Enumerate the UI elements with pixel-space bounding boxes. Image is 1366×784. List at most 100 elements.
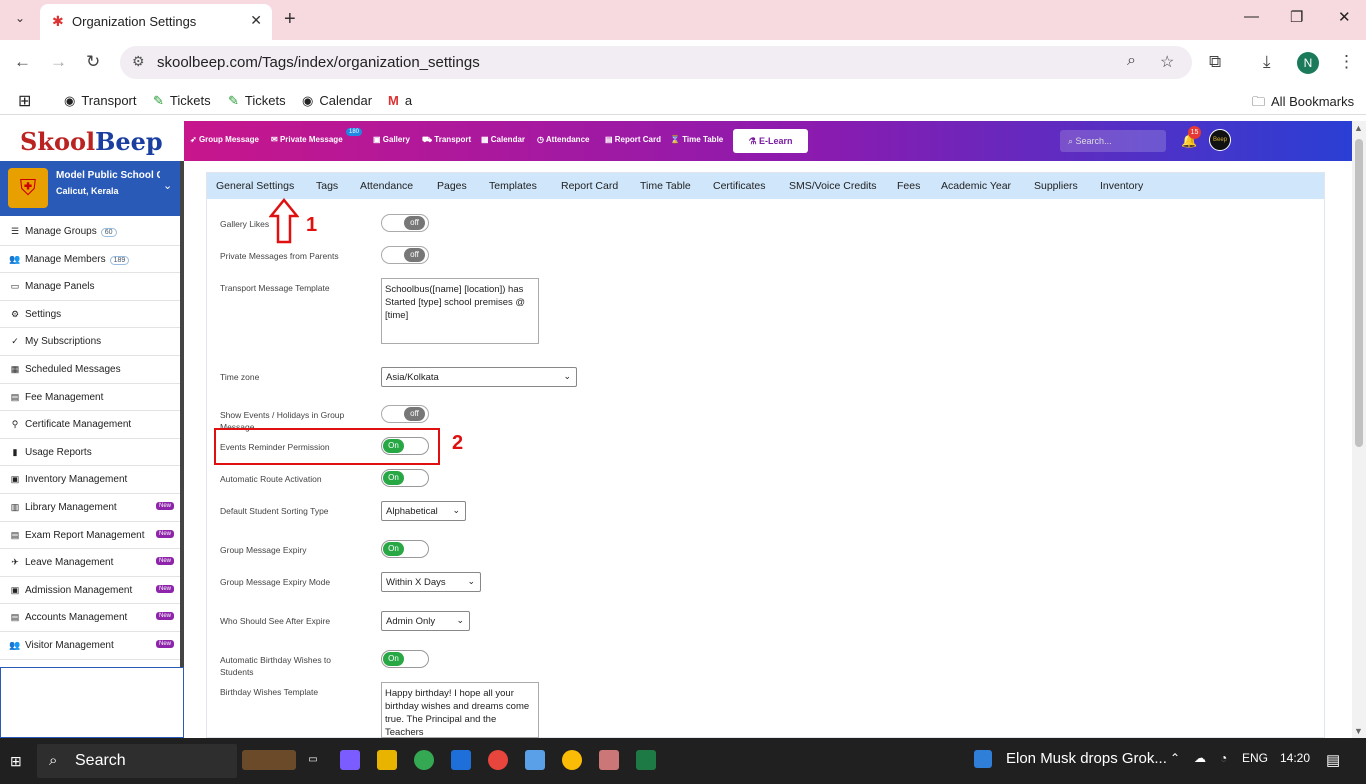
file-explorer-icon[interactable] bbox=[377, 750, 397, 770]
sidebar-item-manage-panels[interactable]: ▭ Manage Panels bbox=[0, 273, 180, 301]
app-search-input[interactable]: ⌕ Search... bbox=[1060, 130, 1166, 152]
tab-pages[interactable]: Pages bbox=[437, 180, 467, 192]
nav-gallery[interactable]: ▣ Gallery bbox=[373, 135, 410, 144]
sidebar-item-manage-groups[interactable]: ☰ Manage Groups 60 bbox=[0, 218, 180, 246]
restore-icon[interactable]: ❐ bbox=[1290, 8, 1303, 26]
group-expiry-toggle[interactable]: On bbox=[381, 540, 429, 558]
bookmark-star-icon[interactable]: ☆ bbox=[1160, 52, 1174, 72]
forward-icon[interactable]: → bbox=[50, 52, 67, 72]
bookmark-tickets-1[interactable]: ✎ Tickets bbox=[153, 93, 211, 109]
more-menu-icon[interactable]: ⋮ bbox=[1338, 52, 1355, 72]
news-headline[interactable]: Elon Musk drops Grok... bbox=[1006, 750, 1167, 767]
elearn-button[interactable]: ⚗ E-Learn bbox=[733, 129, 808, 153]
nav-calendar[interactable]: ▦ Calendar bbox=[481, 135, 525, 144]
sidebar-item-manage-members[interactable]: 👥 Manage Members 189 bbox=[0, 246, 180, 274]
news-widget-icon[interactable] bbox=[974, 750, 992, 768]
chevron-down-icon[interactable]: ⌄ bbox=[163, 179, 172, 192]
taskbar-search[interactable]: ⌕ Search bbox=[37, 744, 237, 778]
user-avatar[interactable]: Beep bbox=[1209, 129, 1231, 151]
chevron-up-icon[interactable]: ⌃ bbox=[1170, 751, 1180, 765]
omnibox[interactable]: ⚙ skoolbeep.com/Tags/index/organization_… bbox=[120, 46, 1192, 79]
windows-start-icon[interactable]: ⊞ bbox=[10, 753, 22, 770]
tab-tags[interactable]: Tags bbox=[316, 180, 338, 192]
apps-grid-icon[interactable]: ⊞ bbox=[18, 91, 31, 111]
notification-center-icon[interactable]: ▤ bbox=[1326, 751, 1340, 769]
extensions-icon[interactable]: ⧉ bbox=[1209, 52, 1221, 72]
sorting-type-select[interactable]: Alphabetical ⌄ bbox=[381, 501, 466, 521]
who-see-select[interactable]: Admin Only ⌄ bbox=[381, 611, 470, 631]
back-icon[interactable]: ← bbox=[14, 52, 31, 72]
tab-report-card[interactable]: Report Card bbox=[561, 180, 618, 192]
browser-tab[interactable]: ✱ Organization Settings ✕ bbox=[40, 4, 272, 40]
birthday-auto-toggle[interactable]: On bbox=[381, 650, 429, 668]
weather-icon[interactable]: ☁ bbox=[1194, 751, 1206, 765]
bookmark-calendar[interactable]: ◉ Calendar bbox=[302, 93, 372, 109]
tab-fees[interactable]: Fees bbox=[897, 180, 920, 192]
chrome-icon[interactable] bbox=[414, 750, 434, 770]
sidebar-item-subscriptions[interactable]: ✓ My Subscriptions bbox=[0, 328, 180, 356]
tab-time-table[interactable]: Time Table bbox=[640, 180, 691, 192]
sidebar-item-usage[interactable]: ▮ Usage Reports bbox=[0, 439, 180, 467]
sidebar-item-scheduled[interactable]: ▦ Scheduled Messages bbox=[0, 356, 180, 384]
birthday-template-textarea[interactable]: Happy birthday! I hope all your birthday… bbox=[381, 682, 539, 738]
wifi-icon[interactable]: ◔ bbox=[1220, 751, 1227, 765]
paint-icon[interactable] bbox=[599, 750, 619, 770]
profile-avatar[interactable]: N bbox=[1297, 52, 1319, 74]
tab-academic-year[interactable]: Academic Year bbox=[941, 180, 1011, 192]
site-info-icon[interactable]: ⚙ bbox=[132, 53, 145, 70]
bookmark-gmail[interactable]: Ma bbox=[388, 93, 412, 108]
close-window-icon[interactable]: ✕ bbox=[1338, 8, 1351, 26]
chrome-profile-icon[interactable] bbox=[562, 750, 582, 770]
taskbar-widget-image[interactable] bbox=[242, 750, 296, 770]
timezone-select[interactable]: Asia/Kolkata ⌄ bbox=[381, 367, 577, 387]
language-indicator[interactable]: ENG bbox=[1242, 751, 1268, 765]
transport-template-textarea[interactable]: Schoolbus([name] [location]) has Started… bbox=[381, 278, 539, 344]
reload-icon[interactable]: ↻ bbox=[86, 52, 100, 72]
skoolbeep-logo[interactable]: SkoolBeep bbox=[0, 121, 184, 161]
clock[interactable]: 14:20 bbox=[1280, 751, 1310, 765]
sidebar-item-library[interactable]: ▥ Library Management New bbox=[0, 494, 180, 522]
scroll-down-icon[interactable]: ▼ bbox=[1354, 726, 1363, 736]
all-bookmarks[interactable]: 🗀 All Bookmarks bbox=[1252, 93, 1354, 115]
tab-search-icon[interactable]: ⌄ bbox=[10, 11, 30, 29]
auto-route-toggle[interactable]: On bbox=[381, 469, 429, 487]
scroll-up-icon[interactable]: ▲ bbox=[1354, 123, 1363, 133]
sidebar-item-visitor[interactable]: 👥 Visitor Management New bbox=[0, 632, 180, 660]
nav-attendance[interactable]: ◷ Attendance bbox=[537, 135, 589, 144]
bookmark-tickets-2[interactable]: ✎ Tickets bbox=[228, 93, 286, 109]
sidebar-item-inventory[interactable]: ▣ Inventory Management bbox=[0, 466, 180, 494]
excel-icon[interactable] bbox=[636, 750, 656, 770]
url-text[interactable]: skoolbeep.com/Tags/index/organization_se… bbox=[157, 54, 480, 71]
sidebar-item-exam-report[interactable]: ▤ Exam Report Management New bbox=[0, 522, 180, 550]
gallery-likes-toggle[interactable]: off bbox=[381, 214, 429, 232]
nav-transport[interactable]: ⛟ Transport bbox=[422, 135, 471, 145]
download-icon[interactable]: ⤓ bbox=[1263, 52, 1271, 72]
sidebar-item-accounts[interactable]: ▤ Accounts Management New bbox=[0, 604, 180, 632]
page-scrollbar[interactable]: ▲ ▼ bbox=[1352, 121, 1366, 738]
chrome-active-icon[interactable] bbox=[488, 750, 508, 770]
show-events-toggle[interactable]: off bbox=[381, 405, 429, 423]
tab-inventory[interactable]: Inventory bbox=[1100, 180, 1143, 192]
scrollbar-thumb[interactable] bbox=[1355, 139, 1363, 447]
nav-private-message[interactable]: ✉ Private Message bbox=[271, 135, 343, 144]
tab-attendance[interactable]: Attendance bbox=[360, 180, 413, 192]
minimize-icon[interactable]: — bbox=[1244, 8, 1259, 25]
task-view-icon[interactable]: ▭ bbox=[303, 750, 323, 770]
tab-certificates[interactable]: Certificates bbox=[713, 180, 766, 192]
nav-time-table[interactable]: ⌛ Time Table bbox=[670, 135, 723, 144]
sidebar-item-certificate[interactable]: ⚲ Certificate Management bbox=[0, 411, 180, 439]
store-icon[interactable] bbox=[451, 750, 471, 770]
private-messages-toggle[interactable]: off bbox=[381, 246, 429, 264]
sidebar-item-fee[interactable]: ▤ Fee Management bbox=[0, 384, 180, 412]
sidebar-item-leave[interactable]: ✈ Leave Management New bbox=[0, 549, 180, 577]
nav-report-card[interactable]: ▤ Report Card bbox=[605, 135, 661, 144]
tab-templates[interactable]: Templates bbox=[489, 180, 537, 192]
bookmark-transport[interactable]: ◉ Transport bbox=[64, 93, 137, 109]
tab-sms-voice-credits[interactable]: SMS/Voice Credits bbox=[789, 180, 877, 192]
nav-group-message[interactable]: ➶ Group Message bbox=[190, 135, 259, 144]
sidebar-item-settings[interactable]: ⚙ Settings bbox=[0, 301, 180, 329]
copilot-icon[interactable] bbox=[340, 750, 360, 770]
school-selector[interactable]: ⛨ Model Public School C Calicut, Kerala … bbox=[0, 161, 180, 216]
close-tab-icon[interactable]: ✕ bbox=[250, 12, 262, 29]
tab-suppliers[interactable]: Suppliers bbox=[1034, 180, 1078, 192]
